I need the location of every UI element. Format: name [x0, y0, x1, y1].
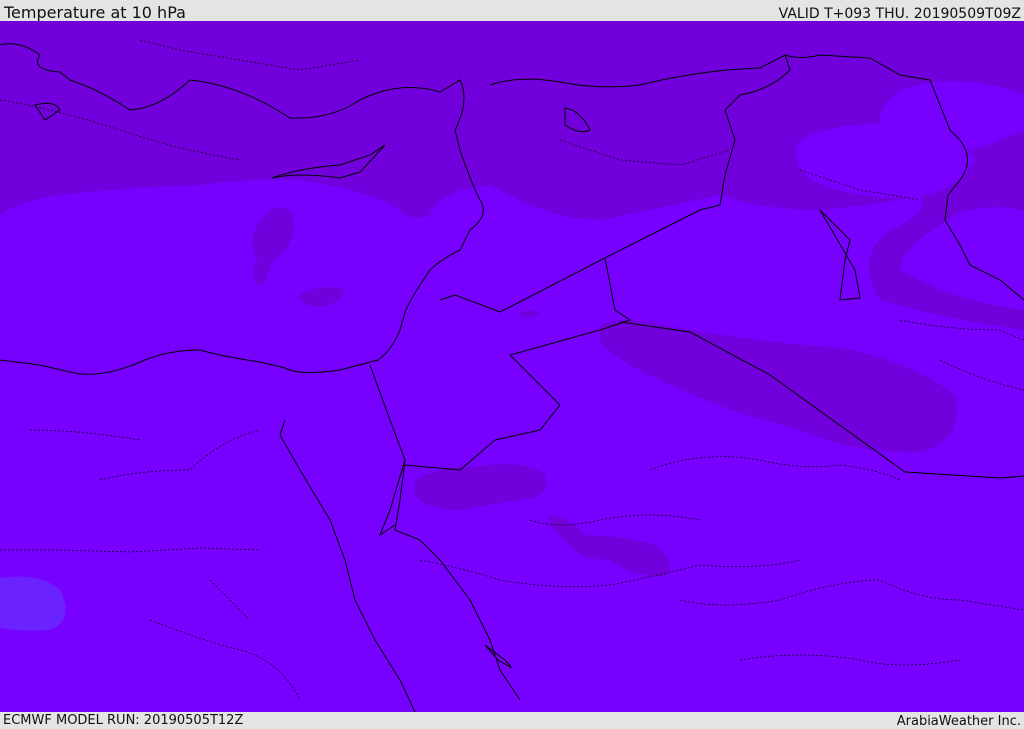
weather-map-frame: Temperature at 10 hPa VALID T+093 THU. 2…: [0, 0, 1024, 729]
valid-time: VALID T+093 THU. 20190509T09Z: [778, 6, 1021, 22]
credit-label: ArabiaWeather Inc.: [896, 714, 1021, 729]
map-title: Temperature at 10 hPa: [4, 3, 186, 22]
temperature-map[interactable]: [0, 21, 1024, 712]
map-canvas: [0, 21, 1024, 712]
model-run-label: ECMWF MODEL RUN: 20190505T12Z: [3, 713, 244, 728]
footer-bar: ECMWF MODEL RUN: 20190505T12Z ArabiaWeat…: [0, 712, 1024, 729]
header-bar: Temperature at 10 hPa VALID T+093 THU. 2…: [0, 0, 1024, 22]
